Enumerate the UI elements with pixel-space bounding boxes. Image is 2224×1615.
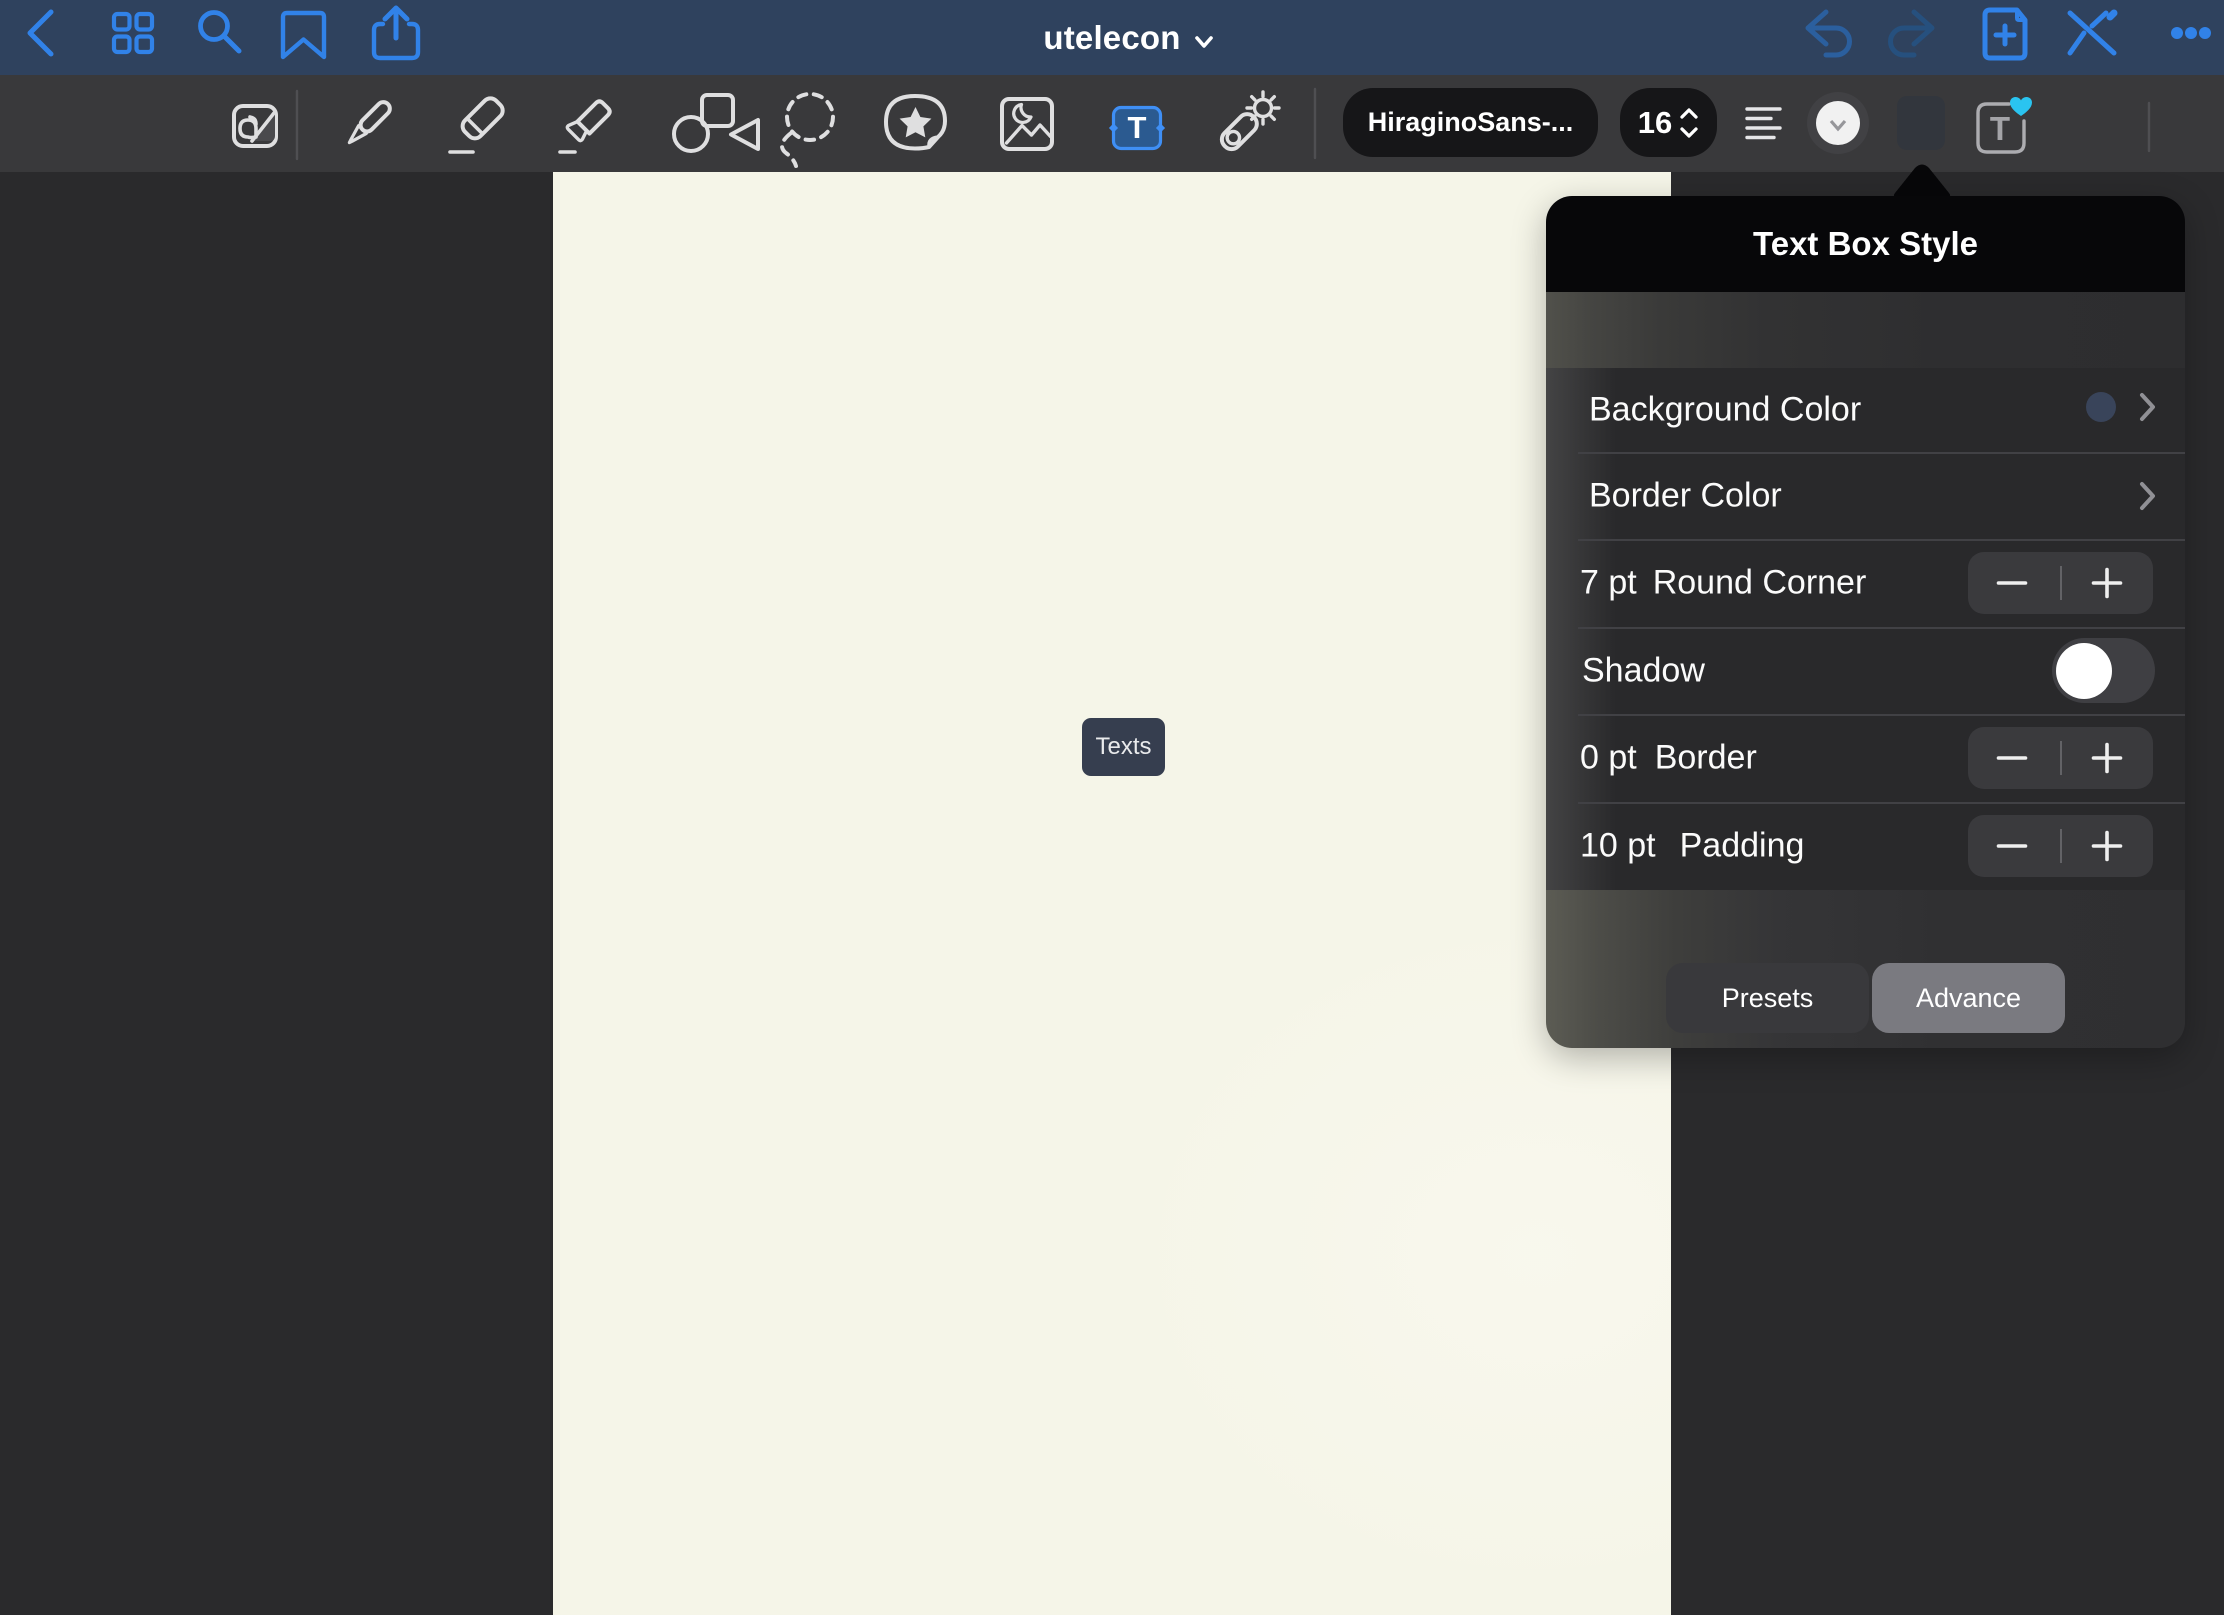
svg-text:T: T (1128, 110, 1147, 145)
svg-text:T: T (1990, 110, 2010, 147)
